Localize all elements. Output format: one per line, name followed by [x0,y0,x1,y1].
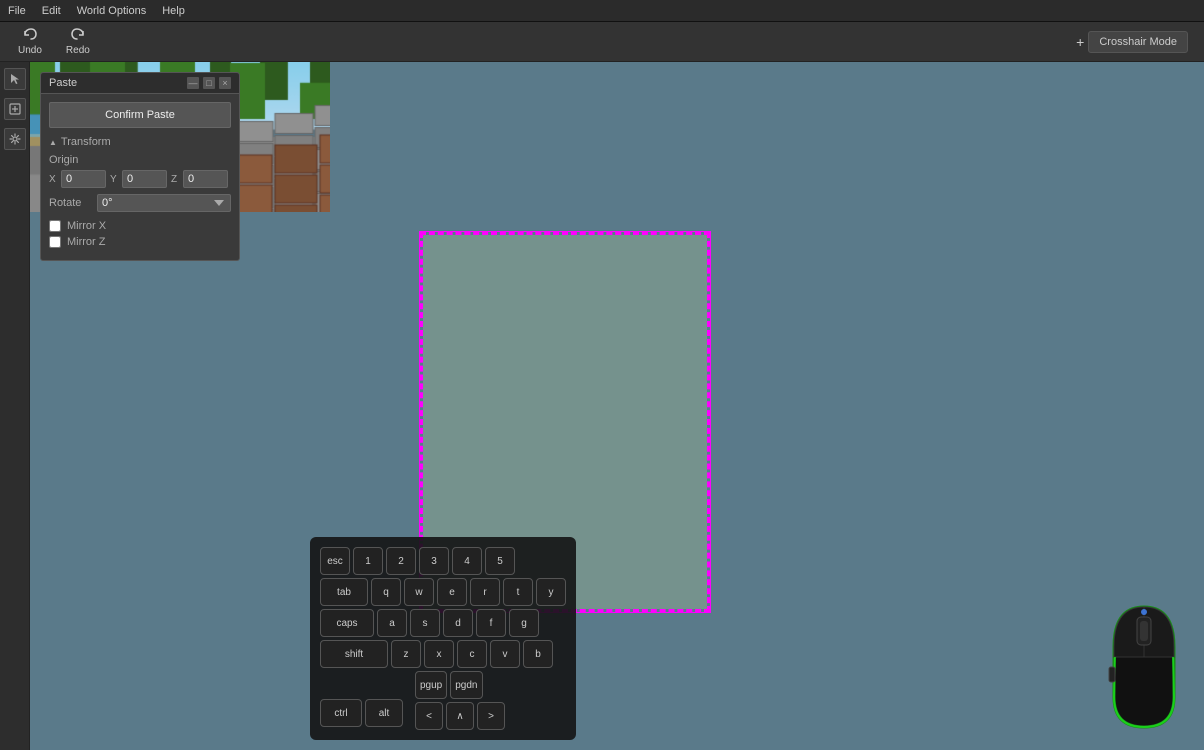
key-w[interactable]: w [404,578,434,606]
panel-header-buttons: — □ × [187,77,231,89]
mirror-x-row: Mirror X [49,220,231,232]
key-2[interactable]: 2 [386,547,416,575]
titlebar: File Edit World Options Help [0,0,1204,22]
key-tab[interactable]: tab [320,578,368,606]
left-sidebar [0,62,30,750]
key-b[interactable]: b [523,640,553,668]
key-pgdn[interactable]: pgdn [450,671,482,699]
key-g[interactable]: g [509,609,539,637]
key-e[interactable]: e [437,578,467,606]
rotate-row: Rotate 0° 90° 180° 270° [49,194,231,212]
origin-x-input[interactable] [61,170,106,188]
mouse-overlay [1094,597,1194,740]
key-d[interactable]: d [443,609,473,637]
origin-y-input[interactable] [122,170,167,188]
keyboard-row-2: tab q w e r t y [320,578,566,606]
key-3[interactable]: 3 [419,547,449,575]
key-z[interactable]: z [391,640,421,668]
sidebar-move-icon[interactable] [4,98,26,120]
key-a[interactable]: a [377,609,407,637]
keyboard-overlay: esc 1 2 3 4 5 tab q w e r t y caps a s d… [310,537,576,740]
key-x[interactable]: x [424,640,454,668]
key-v[interactable]: v [490,640,520,668]
mirror-x-label: Mirror X [67,220,106,232]
z-axis-label: Z [171,174,179,185]
keyboard-row-4: shift z x c v b [320,640,566,668]
paste-panel: Paste — □ × Confirm Paste Transform Orig… [40,72,240,261]
keyboard-row-3: caps a s d f g [320,609,566,637]
menu-help[interactable]: Help [162,5,185,17]
rotate-label: Rotate [49,197,89,209]
key-y[interactable]: y [536,578,566,606]
crosshair-plus-icon: + [1076,34,1084,50]
confirm-paste-button[interactable]: Confirm Paste [49,102,231,128]
sidebar-settings-icon[interactable] [4,128,26,150]
key-q[interactable]: q [371,578,401,606]
key-right[interactable]: > [477,702,505,730]
mirror-z-checkbox[interactable] [49,236,61,248]
redo-button[interactable]: Redo [56,24,100,59]
panel-maximize-button[interactable]: □ [203,77,215,89]
keyboard-row-5: ctrl alt [320,699,403,727]
redo-label: Redo [66,45,90,56]
crosshair-mode-button[interactable]: Crosshair Mode [1088,31,1188,53]
menu-edit[interactable]: Edit [42,5,61,17]
main-area: Paste — □ × Confirm Paste Transform Orig… [30,62,1204,750]
key-up[interactable]: ∧ [446,702,474,730]
key-shift[interactable]: shift [320,640,388,668]
mirror-z-row: Mirror Z [49,236,231,248]
key-t[interactable]: t [503,578,533,606]
transform-section-label: Transform [49,136,231,148]
key-s[interactable]: s [410,609,440,637]
x-axis-label: X [49,174,57,185]
key-r[interactable]: r [470,578,500,606]
mirror-z-label: Mirror Z [67,236,106,248]
key-caps[interactable]: caps [320,609,374,637]
origin-z-input[interactable] [183,170,228,188]
key-4[interactable]: 4 [452,547,482,575]
rotate-select[interactable]: 0° 90° 180° 270° [97,194,231,212]
origin-row: X Y Z [49,170,231,188]
key-pgup[interactable]: pgup [415,671,447,699]
paste-panel-header: Paste — □ × [41,73,239,94]
paste-panel-title: Paste [49,77,77,89]
undo-label: Undo [18,45,42,56]
keyboard-row-1: esc 1 2 3 4 5 [320,547,566,575]
toolbar: Undo Redo + Crosshair Mode [0,22,1204,62]
crosshair-mode-label: Crosshair Mode [1099,36,1177,48]
y-axis-label: Y [110,174,118,185]
key-1[interactable]: 1 [353,547,383,575]
menu-world-options[interactable]: World Options [77,5,147,17]
key-c[interactable]: c [457,640,487,668]
key-ctrl[interactable]: ctrl [320,699,362,727]
key-alt[interactable]: alt [365,699,403,727]
mouse-svg [1094,597,1194,737]
origin-label: Origin [49,154,231,166]
key-5[interactable]: 5 [485,547,515,575]
undo-button[interactable]: Undo [8,24,52,59]
panel-minimize-button[interactable]: — [187,77,199,89]
key-left[interactable]: < [415,702,443,730]
panel-close-button[interactable]: × [219,77,231,89]
sidebar-cursor-icon[interactable] [4,68,26,90]
mirror-x-checkbox[interactable] [49,220,61,232]
menu-file[interactable]: File [8,5,26,17]
key-f[interactable]: f [476,609,506,637]
key-esc[interactable]: esc [320,547,350,575]
